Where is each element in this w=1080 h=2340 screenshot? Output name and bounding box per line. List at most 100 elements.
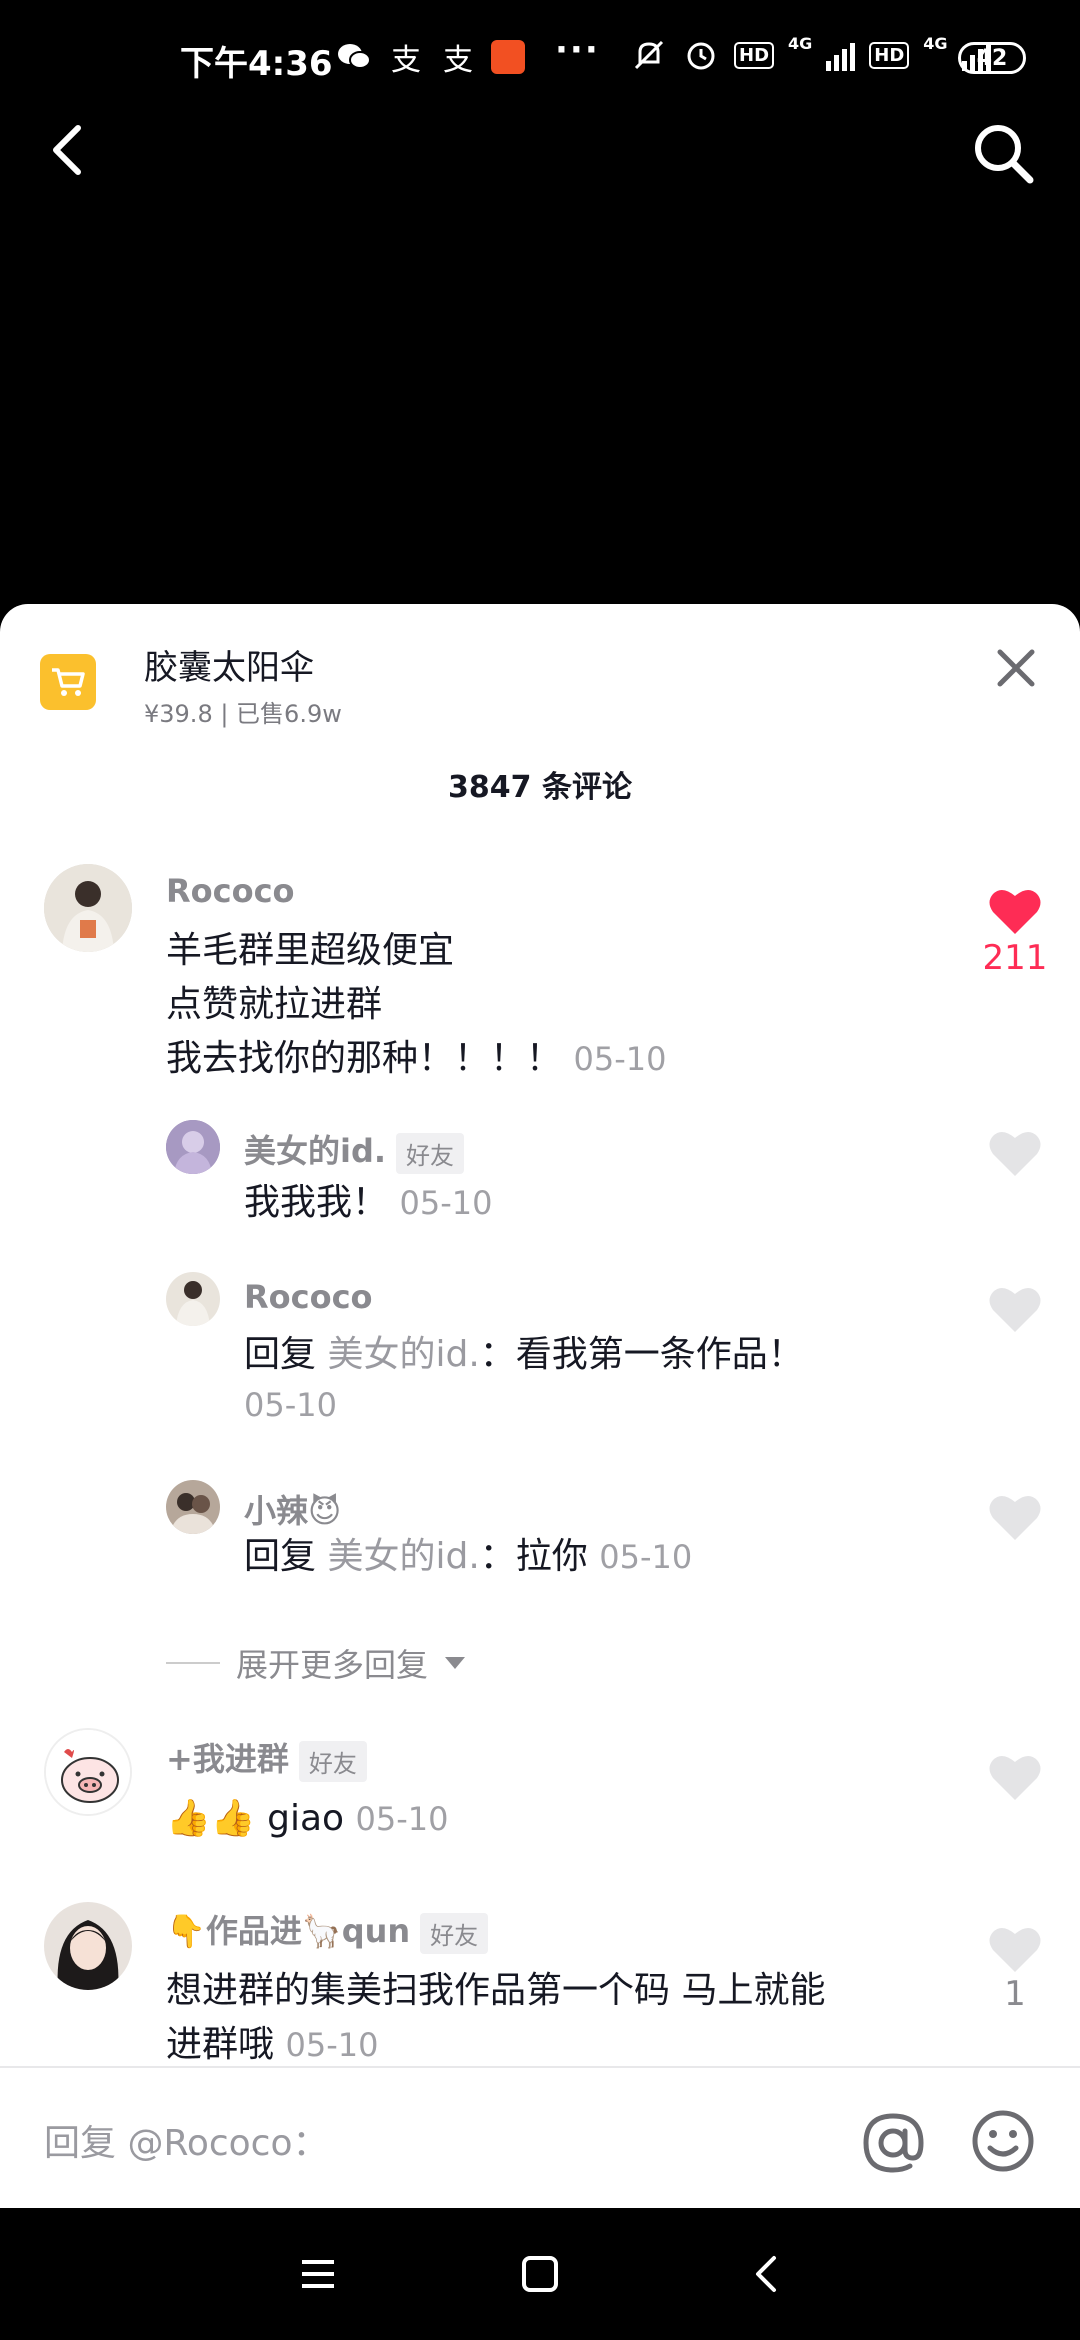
cart-icon [52, 668, 85, 696]
battery-icon: 42 [958, 42, 1026, 74]
heart-icon [989, 1755, 1041, 1800]
system-nav-bar [0, 2208, 1080, 2340]
reply-line: 回复 美女的id.：看我第一条作品！ [244, 1328, 804, 1382]
chevron-left-icon [53, 125, 81, 175]
reply-date: 05-10 [399, 1184, 493, 1222]
search-button[interactable] [968, 118, 1038, 188]
reply-content: 我我我！ [244, 1182, 389, 1223]
like-button[interactable] [988, 1492, 1042, 1542]
alipay-icon-2: 支 [443, 43, 473, 78]
smiley-icon [972, 2110, 1034, 2172]
like-button[interactable] [988, 1752, 1042, 1802]
reply-input[interactable]: 回复 @Rococo： [44, 2114, 329, 2166]
divider [166, 1662, 220, 1664]
reply-content: ：看我第一条作品！ [479, 1334, 804, 1375]
more-notifications-icon: ··· [555, 30, 600, 70]
reply-date: 05-10 [599, 1538, 693, 1576]
reply-input-bar[interactable]: 回复 @Rococo： [0, 2066, 1080, 2208]
comment-line: 想进群的集美扫我作品第一个码 马上就能 [166, 1970, 826, 2011]
friend-badge: 好友 [420, 1912, 489, 1954]
at-icon [863, 2113, 924, 2173]
close-icon [997, 649, 1035, 687]
product-title[interactable]: 胶囊太阳伞 [144, 640, 314, 689]
like-button[interactable] [988, 1284, 1042, 1334]
comment-line: 我去找你的那种！！！！ [166, 1038, 563, 1079]
avatar[interactable] [166, 1480, 220, 1534]
system-icons: HD 4G HD 4G [630, 33, 991, 74]
reply-date: 05-10 [244, 1386, 337, 1424]
friend-badge: 好友 [396, 1132, 465, 1174]
heart-icon [989, 1927, 1041, 1972]
reply-text: 我我我！ 05-10 [244, 1176, 492, 1230]
reply-text: 回复 美女的id.：看我第一条作品！ 05-10 [244, 1328, 804, 1428]
reply-username[interactable]: 美女的id. [244, 1132, 386, 1170]
comment-date: 05-10 [355, 1800, 449, 1838]
comment-username-row: 👇作品进🦙qun 好友 [166, 1906, 489, 1954]
home-square-icon [522, 2256, 558, 2292]
comment-line-with-date: 进群哦 05-10 [166, 2018, 966, 2072]
avatar[interactable] [44, 1728, 132, 1816]
heart-icon [989, 1131, 1041, 1176]
alipay-icon: 支 [391, 43, 421, 78]
alarm-icon [682, 36, 720, 74]
reply-prefix: 回复 [244, 1536, 317, 1577]
emoji-button[interactable] [970, 2108, 1036, 2174]
home-nav-button[interactable] [516, 2250, 564, 2298]
caret-down-icon [445, 1657, 466, 1669]
comment-line: 羊毛群里超级便宜 [166, 930, 455, 971]
like-button[interactable] [988, 886, 1042, 936]
comments-sheet: 胶囊太阳伞 ¥39.8 | 已售6.9w 3847 条评论 Rococo 羊毛群… [0, 604, 1080, 2208]
chevron-left-icon [756, 2256, 776, 2292]
close-button[interactable] [988, 640, 1044, 696]
network-4g-label-2: 4G [923, 33, 948, 53]
back-nav-button[interactable] [744, 2250, 792, 2298]
network-4g-label: 4G [788, 33, 813, 53]
expand-replies-button[interactable]: 展开更多回复 [166, 1640, 466, 1686]
status-bar: 下午4:36 支 支 ··· HD 4G HD 4G 42 [0, 0, 1080, 120]
avatar[interactable] [44, 1902, 132, 1990]
comment-count: 3847 条评论 [448, 770, 632, 805]
menu-nav-button[interactable] [294, 2250, 342, 2298]
like-button[interactable] [988, 1128, 1042, 1178]
comment-content: 👍👍 giao [166, 1798, 345, 1839]
mention-link[interactable]: 美女的id. [327, 1536, 479, 1577]
comment-username[interactable]: Rococo [166, 872, 295, 910]
comment-username-row: +我进群 好友 [166, 1734, 367, 1782]
product-price-sales: ¥39.8 | 已售6.9w [144, 700, 342, 728]
reply-content: ：拉你 [479, 1536, 588, 1577]
like-button[interactable] [988, 1924, 1042, 1974]
comment-line: 进群哦 [166, 2024, 275, 2065]
hd-icon-2: HD [869, 41, 910, 69]
like-count: 211 [982, 938, 1048, 978]
reply-username[interactable]: 小辣😈 [244, 1486, 341, 1532]
reply-username-row: 美女的id. 好友 [244, 1126, 465, 1174]
comment-date: 05-10 [285, 2026, 379, 2064]
mention-button[interactable] [858, 2108, 928, 2178]
mute-icon [630, 36, 668, 74]
comment-line: 点赞就拉进群 [166, 984, 383, 1025]
comment-text: 羊毛群里超级便宜 点赞就拉进群 我去找你的那种！！！！ 05-10 [166, 924, 666, 1086]
notification-icons: 支 支 [335, 38, 525, 78]
avatar[interactable] [166, 1120, 220, 1174]
app-notification-icon [491, 40, 525, 74]
avatar[interactable] [44, 864, 132, 952]
heart-icon [989, 1495, 1041, 1540]
menu-icon [302, 2260, 334, 2288]
comment-username[interactable]: 👇作品进🦙qun [166, 1912, 410, 1950]
hd-icon: HD [734, 41, 775, 69]
status-time: 下午4:36 [180, 44, 333, 84]
mention-link[interactable]: 美女的id. [327, 1334, 479, 1375]
reply-username[interactable]: Rococo [244, 1278, 373, 1316]
back-button[interactable] [40, 120, 100, 180]
product-card-icon[interactable] [40, 654, 96, 710]
avatar[interactable] [166, 1272, 220, 1326]
signal-icon [826, 39, 856, 71]
reply-text: 回复 美女的id.：拉你 05-10 [244, 1530, 692, 1584]
comment-username[interactable]: +我进群 [166, 1740, 289, 1778]
comment-line-with-date: 我去找你的那种！！！！ 05-10 [166, 1032, 666, 1086]
wechat-icon [335, 38, 373, 76]
reply-prefix: 回复 [244, 1334, 317, 1375]
heart-icon [989, 1287, 1041, 1332]
friend-badge: 好友 [298, 1740, 367, 1782]
expand-replies-label: 展开更多回复 [236, 1646, 429, 1684]
